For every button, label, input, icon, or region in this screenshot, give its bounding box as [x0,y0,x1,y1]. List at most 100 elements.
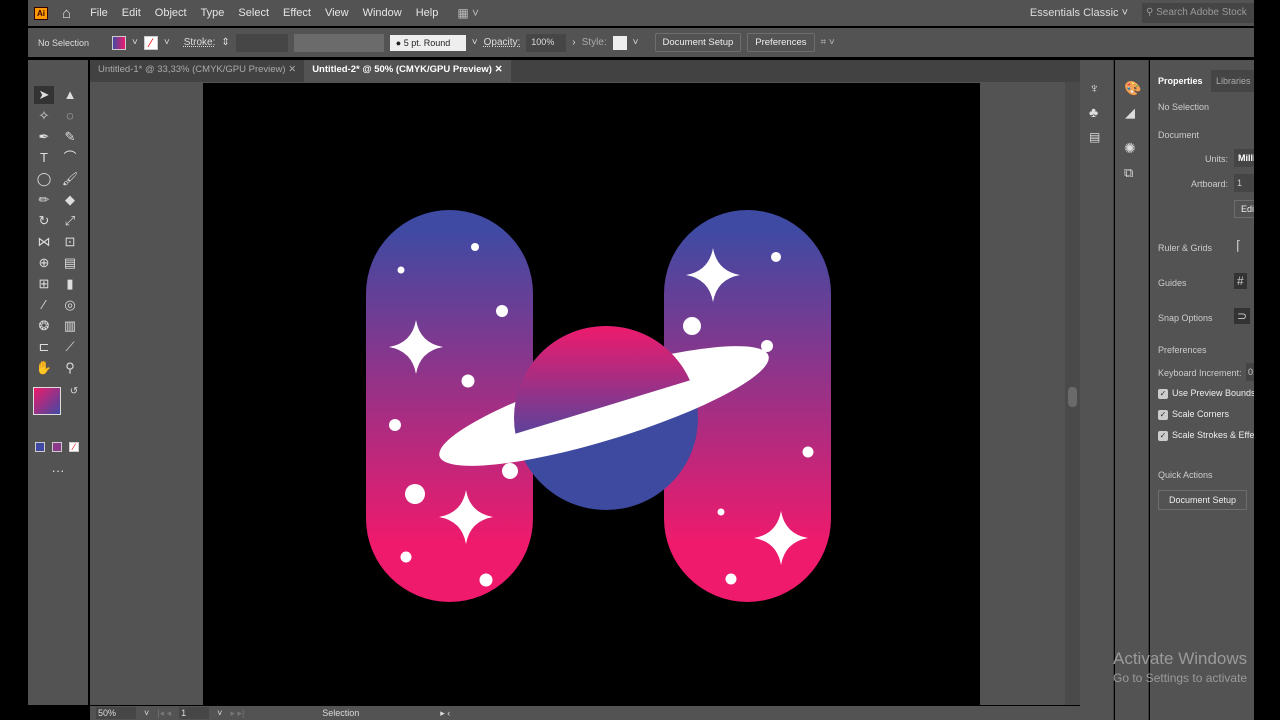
menu-help[interactable]: Help [409,7,446,19]
artboard-nav-prev-icon[interactable]: |◂ ◂ [157,708,171,719]
hand-icon[interactable]: ✋ [34,359,54,377]
artboard-field[interactable]: 1 [1234,174,1254,192]
appearance-icon[interactable]: ✺ [1124,140,1136,157]
rotate-icon[interactable]: ↻ [34,212,54,230]
chevron-down-icon[interactable]: ˅ [132,37,138,48]
zoom-icon[interactable]: ⚲ [60,359,80,377]
selection-tool-icon[interactable]: ➤ [34,86,54,104]
menu-object[interactable]: Object [148,7,194,19]
opacity-field[interactable]: 100% [526,33,567,52]
use-preview-bounds-checkbox[interactable]: ✓ Use Preview Bounds [1158,388,1254,399]
variable-width-field[interactable] [293,33,384,52]
ellipse-icon[interactable]: ◯ [34,170,54,188]
line-icon[interactable]: ⌒ [60,149,80,167]
type-icon[interactable]: T [34,149,54,167]
opacity-label[interactable]: Opacity: [484,37,521,48]
keyboard-increment-field[interactable]: 0, [1246,363,1254,381]
close-icon[interactable]: ✕ [495,64,503,75]
color-mode-color[interactable] [35,442,45,452]
preferences-button[interactable]: Preferences [747,33,815,52]
swap-colors-icon[interactable]: ↺ [64,383,84,401]
arrange-icon[interactable]: ⌗ ˅ [821,37,835,48]
lasso-icon[interactable]: ◌ [60,107,80,125]
tab-untitled-2[interactable]: Untitled-2* @ 50% (CMYK/GPU Preview) ✕ [304,60,511,82]
stroke-swatch[interactable]: ⁄ [143,35,158,50]
pen-icon[interactable]: ✒ [34,128,54,146]
scale-icon[interactable]: ⤢ [60,212,80,230]
status-menu-icon[interactable]: ▸ ‹ [440,708,450,719]
gradient-panel-icon[interactable]: ◢ [1125,105,1135,121]
color-mode-none[interactable]: ⁄ [69,442,79,452]
workspace-switcher[interactable]: Essentials Classic ˅ [1030,7,1128,19]
close-icon[interactable]: ✕ [288,64,296,75]
scale-strokes-checkbox[interactable]: ✓ Scale Strokes & Effe [1158,430,1254,441]
chevron-down-icon[interactable]: ˅ [144,708,149,718]
current-tool-status[interactable]: Selection [322,708,432,718]
stroke-stepper[interactable]: ⇕ [221,37,229,48]
shape-builder-icon[interactable]: ⊕ [34,254,54,272]
magic-wand-icon[interactable]: ✧ [34,107,54,125]
collapsed-panels-1: ♆ ♣ ▤ [1080,60,1114,720]
eraser-icon[interactable]: ◆ [60,191,80,209]
menu-file[interactable]: File [83,7,115,19]
color-palette-icon[interactable]: 🎨 [1124,80,1141,97]
arrange-documents-icon[interactable]: ▦ ˅ [457,6,479,20]
ruler-icon[interactable]: ⌈ [1236,238,1241,254]
vertical-scrollbar[interactable] [1065,82,1080,705]
chevron-down-icon[interactable]: ˅ [217,708,222,718]
scale-corners-checkbox[interactable]: ✓ Scale Corners [1158,409,1229,420]
artboard-nav-next-icon[interactable]: ▸ ▸| [230,708,244,719]
edit-artboards-button[interactable]: Edi [1234,200,1254,218]
blend-icon[interactable]: ◎ [60,296,80,314]
document-setup-button[interactable]: Document Setup [1158,490,1248,510]
artboard-number-field[interactable]: 1 [179,707,210,719]
pencil-icon[interactable]: ✏ [34,191,54,209]
zoom-field[interactable]: 50% [96,707,136,719]
stroke-label[interactable]: Stroke: [184,37,216,48]
menu-select[interactable]: Select [231,7,276,19]
canvas[interactable] [90,82,1065,705]
more-tools-icon[interactable]: ··· [48,462,68,480]
mesh-icon[interactable]: ⊞ [34,275,54,293]
tab-libraries[interactable]: Libraries [1216,76,1251,86]
menu-effect[interactable]: Effect [276,7,318,19]
slice-icon[interactable]: ⟋ [60,338,80,356]
gradient-icon[interactable]: ▮ [60,275,80,293]
symbols-icon[interactable]: ♣ [1089,104,1098,120]
free-transform-icon[interactable]: ⊡ [60,233,80,251]
style-swatch[interactable] [612,35,627,50]
graph-icon[interactable]: ▥ [60,317,80,335]
menu-window[interactable]: Window [356,7,409,19]
search-stock[interactable]: ⚲ Search Adobe Stock [1142,3,1254,23]
menu-type[interactable]: Type [194,7,232,19]
snap-icon[interactable]: ⊃ [1234,308,1251,324]
width-icon[interactable]: ⋈ [34,233,54,251]
home-icon[interactable]: ⌂ [62,5,71,22]
fill-swatch[interactable] [112,35,126,50]
chevron-down-icon[interactable]: ˅ [633,37,639,48]
units-select[interactable]: Milli [1234,149,1254,167]
paintbrush-icon[interactable]: 🖌 [60,170,80,188]
guides-icon[interactable]: # [1234,273,1247,289]
direct-selection-tool-icon[interactable]: ▲ [60,86,80,104]
brushes-icon[interactable]: ♆ [1089,80,1100,96]
eyedropper-icon[interactable]: ⁄ [34,296,54,314]
tab-untitled-1[interactable]: Untitled-1* @ 33,33% (CMYK/GPU Preview) … [90,60,304,82]
stroke-weight-field[interactable] [235,33,288,52]
color-mode-gradient[interactable] [52,442,62,452]
brush-field[interactable]: ● 5 pt. Round [389,34,466,51]
tab-properties[interactable]: Properties [1150,70,1211,92]
transform-icon[interactable]: ⧉ [1124,165,1133,181]
fill-color-swatch[interactable] [33,387,61,415]
graphic-styles-icon[interactable]: ▤ [1089,130,1100,144]
symbol-sprayer-icon[interactable]: ❂ [34,317,54,335]
artboard-icon[interactable]: ⊏ [34,338,54,356]
chevron-right-icon[interactable]: › [572,37,575,48]
curvature-icon[interactable]: ✎ [60,128,80,146]
document-setup-button[interactable]: Document Setup [654,33,742,52]
perspective-icon[interactable]: ▤ [60,254,80,272]
menu-edit[interactable]: Edit [115,7,148,19]
menu-view[interactable]: View [318,7,356,19]
chevron-down-icon[interactable]: ˅ [164,37,170,48]
chevron-down-icon[interactable]: ˅ [472,37,478,48]
